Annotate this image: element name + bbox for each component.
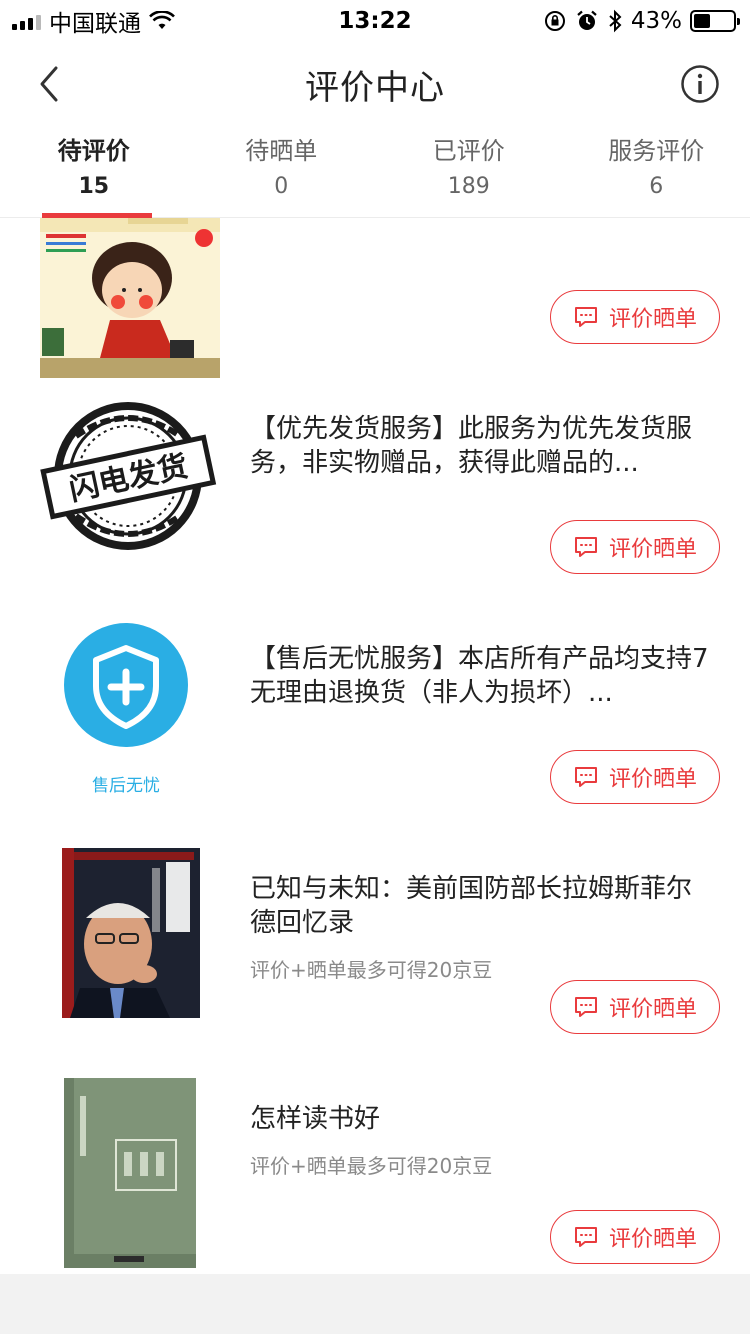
comment-icon	[574, 997, 597, 1017]
nav-bar: 评价中心	[0, 42, 750, 126]
comment-icon	[574, 1227, 597, 1247]
tab-label: 已评价	[432, 137, 505, 165]
product-list: 评价晒单 闪电发货 【优先发货服务】此服务为优先发货服务，非实物赠品，获得此赠品…	[0, 218, 750, 1274]
tab-service-review[interactable]: 服务评价 6	[563, 126, 750, 217]
status-right: 43%	[543, 8, 740, 34]
item-title[interactable]: 【售后无忧服务】本店所有产品均支持7无理由退换货（非人为损坏）...	[250, 642, 715, 710]
wifi-icon	[149, 11, 175, 29]
review-button-label: 评价晒单	[608, 1227, 697, 1252]
carrier-label: 中国联通	[49, 11, 141, 37]
bottom-band	[0, 1274, 750, 1334]
picture-book-cover	[40, 218, 220, 378]
tab-reviewed[interactable]: 已评价 189	[375, 126, 563, 217]
review-share-button[interactable]: 评价晒单	[550, 980, 720, 1034]
review-share-button[interactable]: 评价晒单	[550, 520, 720, 574]
tab-pending-review[interactable]: 待评价 15	[0, 126, 188, 218]
review-share-button[interactable]: 评价晒单	[550, 750, 720, 804]
review-button-label: 评价晒单	[608, 997, 697, 1022]
tab-bar: 待评价 15 待晒单 0 已评价 189 服务评价 6	[0, 126, 750, 218]
list-item[interactable]: 闪电发货 【优先发货服务】此服务为优先发货服务，非实物赠品，获得此赠品的... …	[0, 400, 750, 630]
battery-icon	[690, 10, 740, 32]
signal-icon	[12, 12, 41, 30]
comment-icon	[574, 537, 597, 557]
item-title[interactable]: 怎样读书好	[250, 1102, 715, 1136]
shield-caption: 售后无忧	[92, 776, 160, 796]
book-cover-green	[64, 1078, 196, 1268]
tab-label: 服务评价	[608, 137, 705, 165]
reward-hint: 评价+晒单最多可得20京豆	[250, 1154, 493, 1178]
rotation-lock-icon	[544, 11, 565, 31]
comment-icon	[574, 307, 597, 327]
svg-text:售后无忧: 售后无忧	[92, 776, 160, 796]
review-button-label: 评价晒单	[608, 537, 697, 562]
tab-count: 189	[447, 174, 490, 199]
page-title: 评价中心	[305, 67, 445, 108]
list-item[interactable]: 已知与未知：美前国防部长拉姆斯菲尔德回忆录 评价+晒单最多可得20京豆 评价晒单	[0, 848, 750, 1090]
approved-stamp: 闪电发货	[40, 402, 217, 550]
item-title[interactable]: 已知与未知：美前国防部长拉姆斯菲尔德回忆录	[250, 872, 715, 940]
alarm-icon	[577, 10, 597, 30]
reward-hint: 评价+晒单最多可得20京豆	[250, 958, 493, 982]
review-button-label: 评价晒单	[608, 307, 697, 332]
shield-plus-icon	[64, 623, 188, 747]
review-button-label: 评价晒单	[608, 767, 697, 792]
tab-count: 15	[78, 174, 110, 199]
tab-count: 6	[649, 174, 664, 199]
bluetooth-icon	[609, 9, 622, 33]
tab-pending-share[interactable]: 待晒单 0	[188, 126, 376, 217]
book-cover-dark	[62, 848, 200, 1018]
list-item[interactable]: 售后无忧 【售后无忧服务】本店所有产品均支持7无理由退换货（非人为损坏）... …	[0, 623, 750, 860]
info-icon[interactable]	[680, 64, 720, 104]
review-share-button[interactable]: 评价晒单	[550, 290, 720, 344]
chevron-left-icon[interactable]	[30, 62, 70, 106]
battery-percent: 43%	[630, 8, 682, 34]
list-item[interactable]: 怎样读书好 评价+晒单最多可得20京豆 评价晒单	[0, 1078, 750, 1274]
list-item[interactable]: 评价晒单	[0, 218, 750, 400]
review-share-button[interactable]: 评价晒单	[550, 1210, 720, 1264]
comment-icon	[574, 767, 597, 787]
tab-count: 0	[274, 174, 289, 199]
status-left: 中国联通	[12, 4, 175, 38]
tab-label: 待晒单	[245, 137, 318, 165]
status-bar: 中国联通 13:22 43%	[0, 0, 750, 42]
item-title[interactable]: 【优先发货服务】此服务为优先发货服务，非实物赠品，获得此赠品的...	[250, 412, 715, 480]
tab-label: 待评价	[57, 137, 130, 165]
